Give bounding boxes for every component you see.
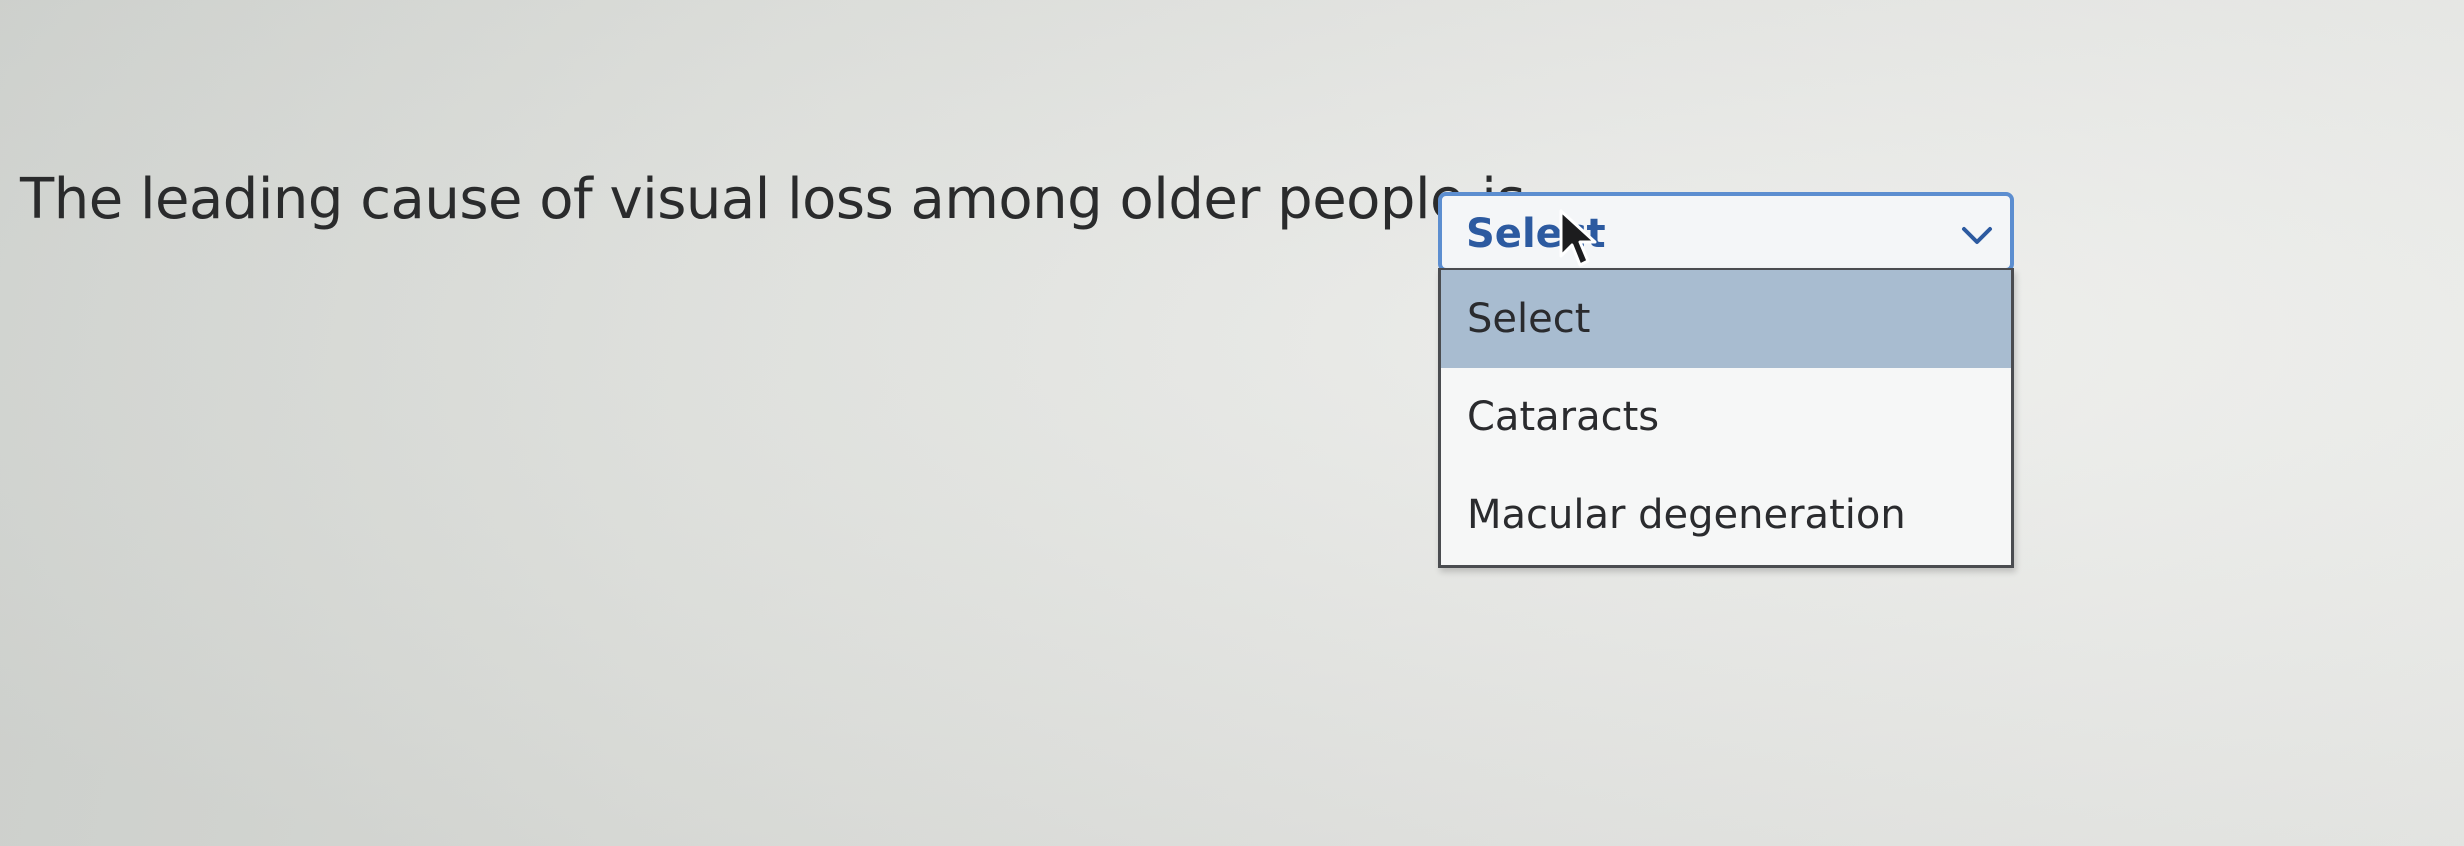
question-container: The leading cause of visual loss among o…: [0, 0, 2464, 846]
option-select[interactable]: Select: [1441, 270, 2011, 368]
answer-select[interactable]: Select: [1438, 192, 2014, 272]
option-macular-degeneration[interactable]: Macular degeneration: [1441, 466, 2011, 564]
question-text: The leading cause of visual loss among o…: [20, 167, 1526, 232]
mouse-pointer-icon: [1559, 209, 1597, 267]
chevron-down-icon: [1962, 227, 1992, 244]
option-cataracts[interactable]: Cataracts: [1441, 368, 2011, 466]
dropdown-options-list: Select Cataracts Macular degeneration: [1438, 268, 2014, 568]
